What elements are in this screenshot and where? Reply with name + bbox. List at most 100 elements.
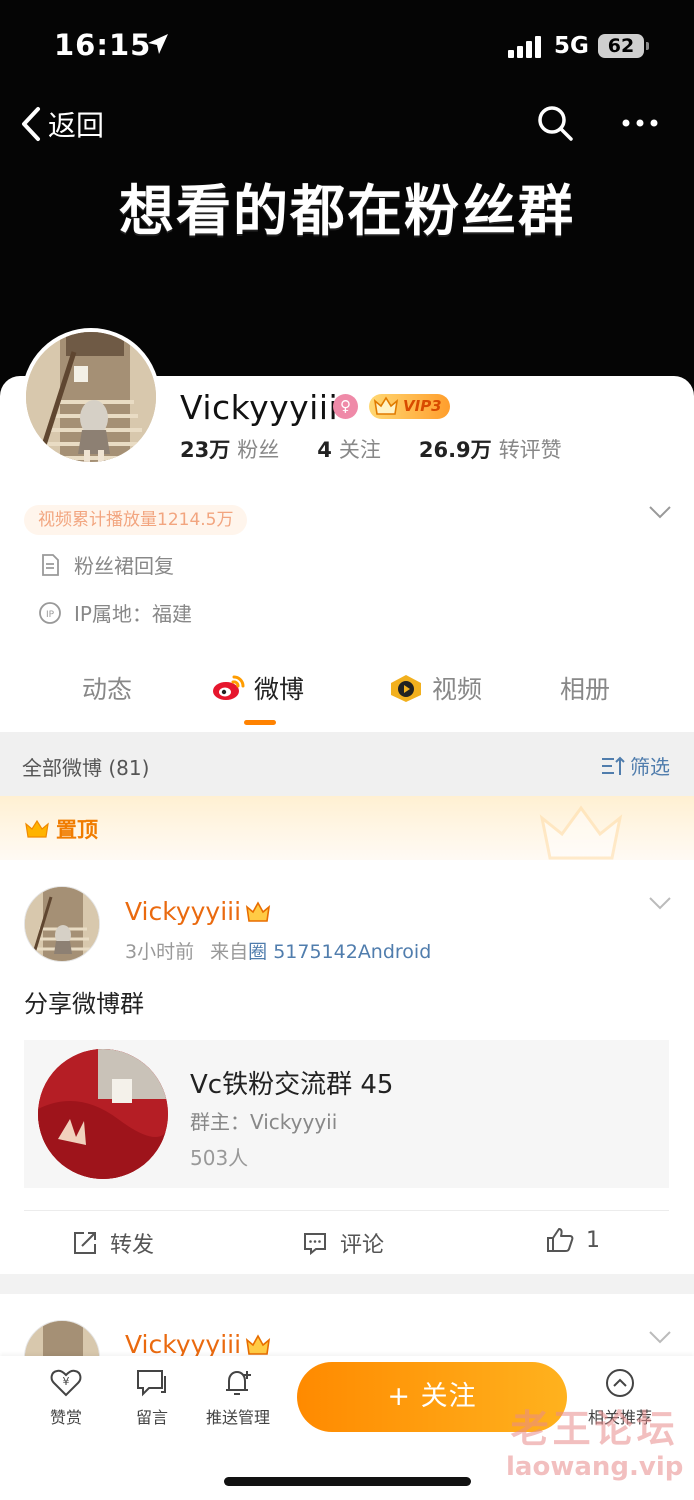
active-tab-indicator <box>244 720 276 725</box>
vip-label: VIP3 <box>403 397 442 415</box>
female-gender-icon: ♀ <box>333 394 358 419</box>
tab-weibo-label: 微博 <box>254 675 305 704</box>
crown-icon <box>25 819 49 838</box>
status-time: 16:15 <box>54 28 152 62</box>
repost-label: 转发 <box>110 1233 155 1258</box>
group-title: Vc铁粉交流群 45 <box>190 1070 394 1100</box>
following-label: 关注 <box>338 438 381 462</box>
group-member-count: 503人 <box>190 1146 249 1170</box>
filter-button[interactable]: 筛选 <box>600 751 670 780</box>
crown-icon <box>373 396 399 415</box>
cover-text: 想看的都在粉丝群 <box>118 179 575 243</box>
svg-text:IP: IP <box>46 610 55 620</box>
profile-tabs: 动态 微博 视频 相册 <box>0 670 694 720</box>
post-avatar-photo <box>25 887 99 961</box>
repost-button[interactable]: 转发 <box>72 1227 154 1259</box>
post-time: 3小时前 <box>125 941 195 963</box>
status-bar: 16:15 5G 62 <box>0 26 694 70</box>
description-text: 粉丝裙回复 <box>74 554 174 578</box>
vip-crown-icon <box>245 1333 271 1355</box>
comment-label: 评论 <box>340 1233 385 1258</box>
comment-button[interactable]: 评论 <box>302 1227 384 1259</box>
chevron-left-icon <box>22 107 40 141</box>
like-button[interactable]: 1 <box>546 1227 600 1253</box>
reward-button[interactable]: ¥ 赞赏 <box>26 1368 106 1428</box>
pinned-header: 置顶 <box>0 796 694 860</box>
search-icon[interactable] <box>536 104 574 142</box>
ip-location-text: IP属地：福建 <box>74 602 192 626</box>
group-avatar <box>38 1049 168 1179</box>
watermark-en: laowang.vip <box>506 1452 684 1482</box>
crown-decoration-icon <box>539 805 623 860</box>
reward-label: 赞赏 <box>49 1408 82 1427</box>
push-settings-button[interactable]: 推送管理 <box>198 1368 278 1428</box>
profile-name: Vickyyyiii <box>180 388 339 427</box>
chevron-down-icon[interactable] <box>648 505 672 519</box>
pinned-text: 置顶 <box>56 818 98 842</box>
following-stat[interactable]: 4 关注 <box>317 434 381 464</box>
ip-icon: IP <box>39 601 61 624</box>
reward-heart-icon: ¥ <box>50 1369 82 1397</box>
back-label: 返回 <box>48 109 105 142</box>
post-author-name: Vickyyyiii <box>125 897 242 926</box>
all-posts-count[interactable]: 全部微博 (81) <box>22 752 149 781</box>
tab-album[interactable]: 相册 <box>560 670 610 706</box>
post-avatar[interactable] <box>24 886 100 962</box>
more-icon[interactable] <box>620 108 660 138</box>
bottom-action-bar: ¥ 赞赏 留言 推送管理 + 关注 相关推荐 老王论坛 laowang.vip <box>0 1356 694 1500</box>
tab-video-label: 视频 <box>432 675 483 704</box>
network-type: 5G <box>554 33 589 59</box>
location-arrow-icon <box>148 34 168 54</box>
pinned-label: 置顶 <box>24 814 98 844</box>
group-card[interactable]: Vc铁粉交流群 45 群主：Vickyyyii 503人 <box>24 1040 669 1188</box>
video-icon <box>391 675 421 702</box>
post-meta: 3小时前 来自圈 5175142Android <box>125 937 431 964</box>
post-2-author-name: Vickyyyiii <box>125 1330 242 1359</box>
post-source-prefix: 来自 <box>210 941 249 963</box>
group-owner: 群主：Vickyyyii <box>190 1110 338 1134</box>
post-menu-chevron-icon[interactable] <box>648 896 672 910</box>
bell-icon <box>226 1370 251 1395</box>
forum-watermark: 老王论坛 laowang.vip <box>506 1410 683 1480</box>
thumbs-up-icon <box>547 1228 574 1252</box>
followers-stat[interactable]: 23万 粉丝 <box>180 434 279 464</box>
profile-stats: 23万 粉丝 4 关注 26.9万 转评赞 <box>180 434 562 464</box>
back-button[interactable]: 返回 <box>20 104 104 144</box>
post-actions: 转发 评论 1 <box>24 1210 669 1274</box>
post-author[interactable]: Vickyyyiii <box>125 897 271 926</box>
message-label: 留言 <box>135 1408 168 1427</box>
message-icon <box>137 1370 166 1397</box>
tab-dynamic[interactable]: 动态 <box>82 670 132 706</box>
followers-label: 粉丝 <box>237 438 280 462</box>
weibo-post: Vickyyyiii 3小时前 来自圈 5175142Android 分享微博群… <box>0 860 694 1274</box>
play-count-tag: 视频累计播放量1214.5万 <box>24 505 248 535</box>
chevron-up-circle-icon <box>606 1369 634 1397</box>
followers-count: 23万 <box>180 438 231 462</box>
filter-label: 筛选 <box>630 755 670 779</box>
engagement-count: 26.9万 <box>418 438 492 462</box>
group-avatar-photo <box>38 1049 168 1179</box>
watermark-cn: 老王论坛 <box>510 1407 679 1451</box>
post-2-author[interactable]: Vickyyyiii <box>125 1330 271 1359</box>
profile-description: 粉丝裙回复 <box>38 550 174 579</box>
engagement-label: 转评赞 <box>498 438 562 462</box>
comment-icon <box>304 1233 326 1256</box>
post-source[interactable]: 圈 5175142Android <box>248 941 431 963</box>
filter-bar: 全部微博 (81) 筛选 <box>0 732 694 796</box>
filter-icon <box>602 756 625 775</box>
like-count: 1 <box>586 1227 600 1253</box>
vip-badge[interactable]: VIP3 <box>369 394 450 419</box>
tab-video[interactable]: 视频 <box>388 670 482 706</box>
tab-weibo[interactable]: 微博 <box>212 670 304 706</box>
svg-text:¥: ¥ <box>63 1375 70 1388</box>
post-text: 分享微博群 <box>24 990 144 1018</box>
message-button[interactable]: 留言 <box>112 1368 192 1428</box>
following-count: 4 <box>317 438 332 462</box>
engagement-stat[interactable]: 26.9万 转评赞 <box>419 434 562 464</box>
push-settings-label: 推送管理 <box>205 1408 270 1427</box>
vip-crown-icon <box>245 900 271 922</box>
profile-avatar[interactable] <box>22 328 160 466</box>
weibo-logo-icon <box>213 675 245 700</box>
home-indicator[interactable] <box>224 1477 471 1486</box>
post-2-menu-chevron-icon[interactable] <box>648 1330 672 1344</box>
